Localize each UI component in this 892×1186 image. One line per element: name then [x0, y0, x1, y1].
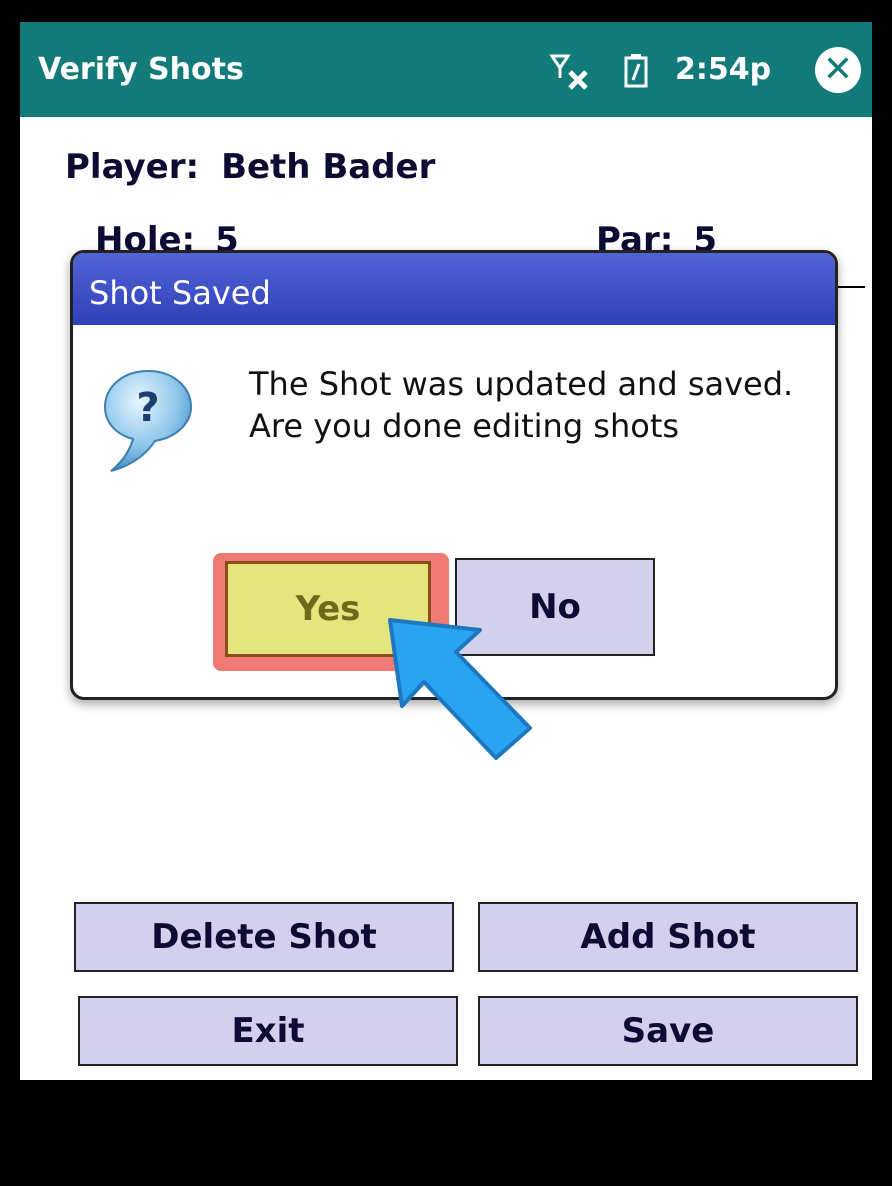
bottom-bar — [20, 1080, 872, 1162]
svg-text:?: ? — [136, 385, 159, 431]
add-shot-button[interactable]: Add Shot — [478, 902, 858, 972]
pointer-arrow-icon — [388, 618, 532, 760]
player-row: Player: Beth Bader — [65, 147, 435, 187]
player-label: Player: — [65, 147, 200, 187]
title-bar: Verify Shots 2:54p ✕ — [20, 22, 872, 117]
dialog-title: Shot Saved — [73, 253, 835, 325]
window-title: Verify Shots — [38, 52, 244, 87]
dialog-message: The Shot was updated and saved. Are you … — [249, 365, 794, 445]
device-screen: Verify Shots 2:54p ✕ Player: Beth Bader H… — [20, 22, 872, 1162]
close-icon[interactable]: ✕ — [815, 47, 861, 93]
clock: 2:54p — [675, 52, 772, 87]
signal-off-icon — [549, 54, 588, 90]
save-button[interactable]: Save — [478, 996, 858, 1066]
player-name: Beth Bader — [221, 147, 436, 187]
exit-button[interactable]: Exit — [78, 996, 458, 1066]
battery-icon — [624, 54, 648, 88]
question-bubble-icon: ? — [103, 369, 193, 472]
delete-shot-button[interactable]: Delete Shot — [74, 902, 454, 972]
